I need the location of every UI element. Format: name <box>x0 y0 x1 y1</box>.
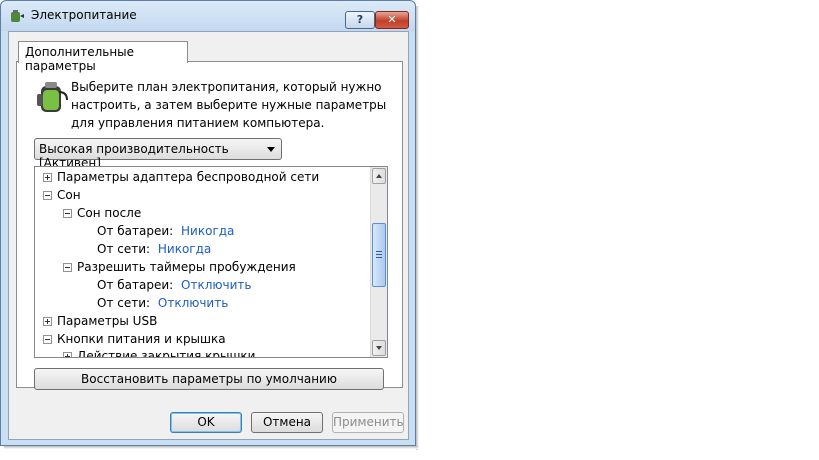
tree-item-label: Действие закрытия крышки <box>77 349 256 358</box>
setting-value-link[interactable]: Никогда <box>181 224 234 238</box>
help-button[interactable]: ? <box>345 11 375 29</box>
chevron-down-icon <box>267 147 275 152</box>
tree-item-label: Сон после <box>77 206 142 220</box>
tree-item-sleep-after[interactable]: Сон после <box>63 204 142 222</box>
tab-advanced-settings[interactable]: Дополнительные параметры <box>18 41 188 73</box>
collapse-minus-icon[interactable] <box>43 191 52 200</box>
tree-item-power-buttons[interactable]: Кнопки питания и крышка <box>43 330 226 348</box>
battery-plug-icon <box>37 82 68 112</box>
tree-item-label: Кнопки питания и крышка <box>57 332 226 346</box>
ok-button[interactable]: OK <box>170 412 242 433</box>
restore-defaults-button[interactable]: Восстановить параметры по умолчанию <box>34 368 384 390</box>
scroll-down-button[interactable] <box>372 340 386 356</box>
tree-item-label: Сон <box>57 188 81 202</box>
vertical-scrollbar[interactable] <box>370 167 387 357</box>
scroll-up-button[interactable] <box>372 168 386 184</box>
expand-plus-icon[interactable] <box>43 173 52 182</box>
tree-item-sleep-ac[interactable]: От сети: Никогда <box>97 240 211 258</box>
tree-item-sleep-battery[interactable]: От батареи: Никогда <box>97 222 234 240</box>
tree-item-label: Параметры USB <box>57 314 158 328</box>
setting-label: От сети: <box>97 296 151 310</box>
collapse-minus-icon[interactable] <box>43 335 52 344</box>
expand-plus-icon[interactable] <box>43 317 52 326</box>
expand-plus-icon[interactable] <box>63 352 72 357</box>
tree-item-wake-timers[interactable]: Разрешить таймеры пробуждения <box>63 258 296 276</box>
tree-item-wake-battery[interactable]: От батареи: Отключить <box>97 276 251 294</box>
tree-item-label: Разрешить таймеры пробуждения <box>77 260 296 274</box>
grip-line <box>376 257 382 258</box>
setting-value-link[interactable]: Никогда <box>158 242 211 256</box>
tree-item-label: Параметры адаптера беспроводной сети <box>57 170 320 184</box>
close-button[interactable]: ✕ <box>375 11 409 29</box>
grip-line <box>376 254 382 255</box>
setting-value-link[interactable]: Отключить <box>181 278 251 292</box>
dialog-client-area: Дополнительные параметры Выберите план э… <box>8 31 409 440</box>
tree-item-wake-ac[interactable]: От сети: Отключить <box>97 294 228 312</box>
grip-line <box>376 251 382 252</box>
collapse-minus-icon[interactable] <box>63 263 72 272</box>
tree-item-sleep[interactable]: Сон <box>43 186 81 204</box>
window-shadow-right <box>416 6 419 450</box>
tab-panel: Выберите план электропитания, который ну… <box>16 61 403 390</box>
setting-value-link[interactable]: Отключить <box>158 296 228 310</box>
power-plan-select[interactable]: Высокая производительность [Активен] <box>34 138 282 170</box>
tree-item-wireless-adapter[interactable]: Параметры адаптера беспроводной сети <box>43 168 320 186</box>
window-shadow-bottom <box>4 446 418 449</box>
plan-description: Выберите план электропитания, который ну… <box>71 80 387 130</box>
power-options-window: Электропитание ? ✕ Дополнительные параме… <box>0 0 416 446</box>
setting-label: От сети: <box>97 242 151 256</box>
setting-label: От батареи: <box>97 278 174 292</box>
tree-item-lid-action[interactable]: Действие закрытия крышки <box>63 347 256 358</box>
tree-item-usb[interactable]: Параметры USB <box>43 312 158 330</box>
collapse-minus-icon[interactable] <box>63 209 72 218</box>
scroll-thumb[interactable] <box>372 223 386 287</box>
apply-button[interactable]: Применить <box>332 412 404 433</box>
power-options-icon <box>11 10 24 22</box>
settings-tree[interactable]: Параметры адаптера беспроводной сети Сон… <box>34 166 388 358</box>
setting-label: От батареи: <box>97 224 174 238</box>
title-bar[interactable]: Электропитание ? ✕ <box>1 1 415 31</box>
window-title: Электропитание <box>31 8 137 22</box>
cancel-button[interactable]: Отмена <box>251 412 323 433</box>
